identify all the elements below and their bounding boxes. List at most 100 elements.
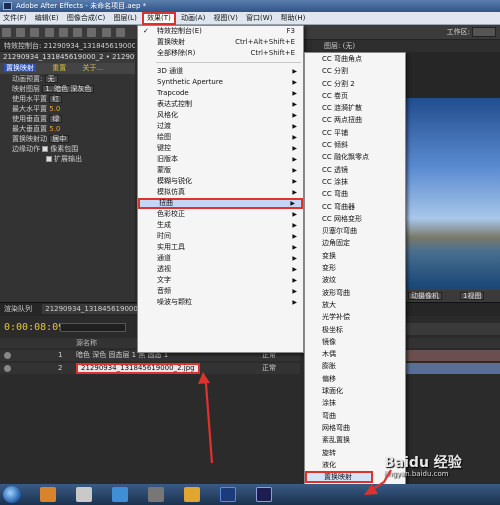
timeline-layer-row[interactable]: 2 21290934_131845619000_2.jpg 正常 [0, 363, 300, 374]
wrap-pixels-checkbox[interactable] [42, 146, 49, 152]
timecode-display[interactable]: 0:00:08:09 [4, 322, 64, 333]
distort-effect-item[interactable]: CC 涟漪扩散 [305, 102, 405, 114]
distort-effect-item[interactable]: 变形 [305, 262, 405, 274]
distort-effect-item[interactable]: 放大 [305, 299, 405, 311]
zoom-tool-icon[interactable] [30, 28, 40, 37]
menu-item-last-effect[interactable]: 置换映射 Ctrl+Alt+Shift+E [138, 37, 303, 48]
distort-effect-item[interactable]: CC 透镜 [305, 164, 405, 176]
effect-category-item[interactable]: 键控 ▶ [138, 143, 303, 154]
prop-max-vertical[interactable]: 最大垂直置 5.0 [0, 124, 135, 134]
camera-tool-icon[interactable] [58, 28, 68, 37]
prop-use-horizontal[interactable]: 使用水平置 红 [0, 94, 135, 104]
internet-explorer-icon[interactable] [112, 487, 128, 502]
menu-item-remove-all[interactable]: 全部移除(R) Ctrl+Shift+E [138, 48, 303, 59]
visibility-eye-icon[interactable] [4, 352, 11, 359]
camera-dropdown[interactable]: 动摄像机 [408, 292, 442, 300]
effect-category-item[interactable]: 色彩校正 ▶ [138, 209, 303, 220]
distort-effect-item[interactable]: 光学补偿 [305, 311, 405, 323]
effect-category-item[interactable]: 实用工具 ▶ [138, 242, 303, 253]
effect-category-item[interactable]: Synthetic Aperture ▶ [138, 77, 303, 88]
effect-header[interactable]: 置换映射 重置 关于... [0, 63, 135, 74]
selection-tool-icon[interactable] [2, 28, 11, 37]
distort-effect-item[interactable]: CC 弯曲器 [305, 201, 405, 213]
distort-effect-item[interactable]: 涂抹 [305, 397, 405, 409]
effect-category-item[interactable]: 音频 ▶ [138, 286, 303, 297]
distort-effect-item[interactable]: 波形弯曲 [305, 287, 405, 299]
start-button-icon[interactable] [3, 486, 21, 503]
distort-effect-item[interactable]: CC 涂抹 [305, 176, 405, 188]
tab-render-queue[interactable]: 渲染队列 [4, 305, 32, 313]
effect-category-item[interactable]: 通道 ▶ [138, 253, 303, 264]
explorer-icon[interactable] [76, 487, 92, 502]
photoshop-icon[interactable] [220, 487, 236, 502]
distort-effect-item[interactable]: CC 分割 2 [305, 78, 405, 90]
distort-effect-item[interactable]: 极坐标 [305, 324, 405, 336]
distort-effect-item[interactable]: 边角固定 [305, 237, 405, 249]
effect-about-link[interactable]: 关于... [82, 64, 103, 72]
distort-effect-item[interactable]: 变换 [305, 250, 405, 262]
distort-effect-item[interactable]: 网格弯曲 [305, 422, 405, 434]
distort-effect-item[interactable]: CC 平铺 [305, 127, 405, 139]
menu-help[interactable]: 帮助(H) [278, 12, 309, 25]
menu-layer[interactable]: 图层(L) [110, 12, 139, 25]
view-dropdown[interactable]: 1视图 [460, 292, 485, 300]
menu-effect[interactable]: 效果(T) [142, 12, 176, 25]
distort-effect-item[interactable]: 紊乱置换 [305, 434, 405, 446]
distort-effect-item[interactable]: CC 弯曲角点 [305, 53, 405, 65]
app-icon[interactable] [148, 487, 164, 502]
effect-controls-tab[interactable]: 特效控制台: 21290934_131845619000_ [0, 40, 135, 52]
prop-edge-behavior[interactable]: 边缘动作 像素包围 [0, 144, 135, 154]
distort-effect-item[interactable]: CC 融化飘零点 [305, 151, 405, 163]
effect-category-item[interactable]: 生成 ▶ [138, 220, 303, 231]
media-player-icon[interactable] [40, 487, 56, 502]
prop-map-layer[interactable]: 映射图层 1. 暗色 深灰色 [0, 84, 135, 94]
effect-category-item[interactable]: 透视 ▶ [138, 264, 303, 275]
distort-effect-item[interactable]: 镜像 [305, 336, 405, 348]
effect-category-item[interactable]: 扭曲 ▶ [138, 198, 303, 209]
expand-output-checkbox[interactable] [46, 156, 52, 162]
distort-effect-item[interactable]: CC 网格变形 [305, 213, 405, 225]
menu-animation[interactable]: 动画(A) [178, 12, 208, 25]
distort-effect-item[interactable]: 膨胀 [305, 360, 405, 372]
effect-category-item[interactable]: 表达式控制 ▶ [138, 99, 303, 110]
pan-tool-icon[interactable] [73, 28, 83, 37]
effect-category-item[interactable]: 绘图 ▶ [138, 132, 303, 143]
menu-item-effect-controls[interactable]: 特效控制台(E)F3 [138, 26, 303, 37]
distort-effect-item[interactable]: 弯曲 [305, 410, 405, 422]
distort-effect-item[interactable]: 偏移 [305, 373, 405, 385]
layer-mode[interactable]: 正常 [262, 363, 276, 374]
timeline-search-input[interactable] [60, 323, 126, 332]
layer-viewer-tab[interactable]: 图层: (无) [312, 40, 500, 52]
rotate-tool-icon[interactable] [44, 28, 54, 37]
menu-view[interactable]: 视图(V) [211, 12, 241, 25]
folder-icon[interactable] [184, 487, 200, 502]
layer-name[interactable]: 21290934_131845619000_2.jpg [76, 363, 200, 374]
distort-effect-item[interactable]: CC 倾斜 [305, 139, 405, 151]
effect-category-item[interactable]: 时间 ▶ [138, 231, 303, 242]
effect-category-item[interactable]: 旧版本 ▶ [138, 154, 303, 165]
tab-comp-1[interactable]: 21290934_131845619000_2 [42, 304, 149, 314]
prop-max-horizontal[interactable]: 最大水平置 5.0 [0, 104, 135, 114]
mask-tool-icon[interactable] [87, 28, 97, 37]
menu-file[interactable]: 文件(F) [0, 12, 30, 25]
prop-use-vertical[interactable]: 使用垂直置 绿 [0, 114, 135, 124]
distort-effect-item[interactable]: 贝塞尔弯曲 [305, 225, 405, 237]
effect-category-item[interactable]: 模拟仿真 ▶ [138, 187, 303, 198]
distort-effect-item[interactable]: 置换映射 [305, 471, 373, 484]
effect-reset-link[interactable]: 重置 [52, 64, 66, 72]
prop-expand-output[interactable]: 扩展输出 [0, 154, 135, 164]
visibility-eye-icon[interactable] [4, 365, 11, 372]
after-effects-taskbar-icon[interactable] [256, 487, 272, 502]
distort-effect-item[interactable]: 波纹 [305, 274, 405, 286]
effect-category-item[interactable]: 噪波与颗粒 ▶ [138, 297, 303, 308]
text-tool-icon[interactable] [115, 28, 125, 37]
workspace-select[interactable] [472, 27, 496, 37]
distort-effect-item[interactable]: 木偶 [305, 348, 405, 360]
menu-composition[interactable]: 图像合成(C) [64, 12, 108, 25]
hand-tool-icon[interactable] [16, 28, 26, 37]
distort-effect-item[interactable]: CC 弯曲 [305, 188, 405, 200]
pen-tool-icon[interactable] [101, 28, 111, 37]
effect-category-item[interactable]: 3D 通道 ▶ [138, 66, 303, 77]
distort-effect-item[interactable]: CC 卷页 [305, 90, 405, 102]
distort-effect-item[interactable]: 球面化 [305, 385, 405, 397]
